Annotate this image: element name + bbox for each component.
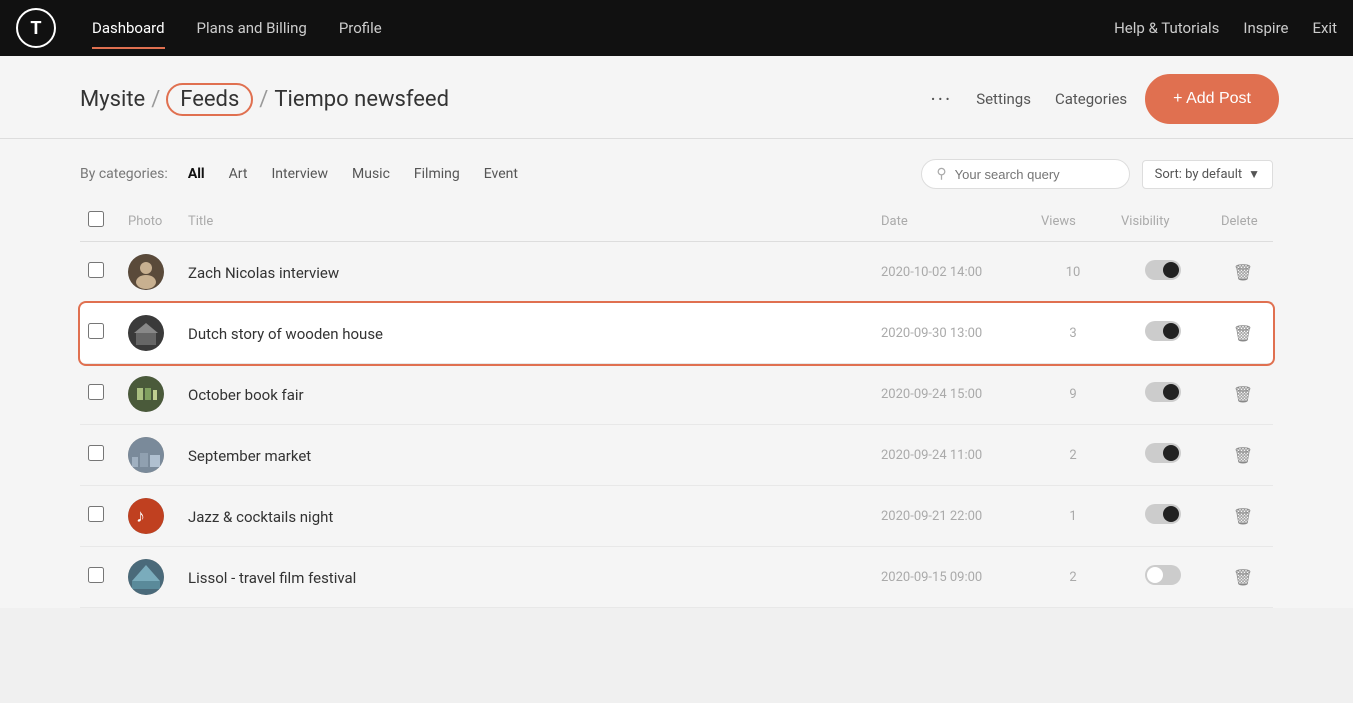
row-date: 2020-09-30 13:00: [881, 326, 982, 341]
search-icon: ⚲: [936, 166, 946, 182]
chevron-down-icon: ▼: [1248, 167, 1260, 181]
row-views: 9: [1069, 387, 1076, 402]
row-checkbox[interactable]: [88, 323, 104, 339]
delete-icon[interactable]: 🗑: [1233, 263, 1253, 282]
delete-icon[interactable]: 🗑: [1233, 385, 1253, 404]
row-title: October book fair: [188, 386, 304, 404]
filter-tags: All Art Interview Music Filming Event: [184, 164, 522, 184]
row-title: September market: [188, 447, 311, 465]
more-button[interactable]: ···: [931, 87, 953, 111]
settings-link[interactable]: Settings: [976, 90, 1031, 108]
row-checkbox[interactable]: [88, 262, 104, 278]
row-photo: [128, 437, 164, 473]
col-header-views: Views: [1033, 201, 1113, 242]
filter-filming[interactable]: Filming: [410, 164, 464, 184]
row-photo: [128, 376, 164, 412]
delete-icon[interactable]: 🗑: [1233, 507, 1253, 526]
svg-text:♪: ♪: [136, 506, 145, 527]
row-date: 2020-09-24 11:00: [881, 448, 982, 463]
sort-label: Sort: by default: [1155, 167, 1242, 182]
table-row: Zach Nicolas interview 2020-10-02 14:00 …: [80, 242, 1273, 303]
search-input[interactable]: [955, 167, 1115, 182]
nav-links: Dashboard Plans and Billing Profile: [80, 11, 394, 45]
select-all-checkbox[interactable]: [88, 211, 104, 227]
row-photo: [128, 559, 164, 595]
filters-row: By categories: All Art Interview Music F…: [0, 139, 1353, 201]
page-header-actions: ··· Settings Categories + Add Post: [931, 80, 1274, 118]
row-views: 10: [1066, 265, 1081, 280]
delete-icon[interactable]: 🗑: [1233, 568, 1253, 587]
search-box: ⚲: [921, 159, 1129, 189]
nav-inspire[interactable]: Inspire: [1243, 19, 1288, 37]
posts-table-container: Photo Title Date Views Visibility Delete…: [0, 201, 1353, 608]
row-views: 2: [1069, 448, 1076, 463]
breadcrumb-page: Tiempo newsfeed: [274, 87, 449, 112]
filter-event[interactable]: Event: [480, 164, 522, 184]
row-title: Lissol - travel film festival: [188, 569, 356, 587]
col-header-delete: Delete: [1213, 201, 1273, 242]
visibility-toggle[interactable]: [1145, 504, 1181, 524]
breadcrumb-section[interactable]: Feeds: [166, 83, 253, 116]
filter-all[interactable]: All: [184, 164, 209, 184]
row-checkbox[interactable]: [88, 445, 104, 461]
visibility-toggle[interactable]: [1145, 443, 1181, 463]
filter-art[interactable]: Art: [225, 164, 252, 184]
table-row: Lissol - travel film festival 2020-09-15…: [80, 547, 1273, 608]
row-date: 2020-09-21 22:00: [881, 509, 982, 524]
row-date: 2020-09-15 09:00: [881, 570, 982, 585]
col-header-visibility: Visibility: [1113, 201, 1213, 242]
row-title: Zach Nicolas interview: [188, 264, 339, 282]
table-row: October book fair 2020-09-24 15:00 9 🗑: [80, 364, 1273, 425]
visibility-toggle[interactable]: [1145, 321, 1181, 341]
col-header-date: Date: [873, 201, 1033, 242]
filters-right: ⚲ Sort: by default ▼: [921, 159, 1273, 189]
row-checkbox[interactable]: [88, 384, 104, 400]
row-title: Dutch story of wooden house: [188, 325, 383, 343]
row-date: 2020-09-24 15:00: [881, 387, 982, 402]
sort-dropdown[interactable]: Sort: by default ▼: [1142, 160, 1273, 189]
nav-profile[interactable]: Profile: [327, 11, 394, 45]
nav-help-tutorials[interactable]: Help & Tutorials: [1114, 19, 1219, 37]
add-post-button[interactable]: + Add Post: [1151, 80, 1273, 118]
row-views: 2: [1069, 570, 1076, 585]
nav-dashboard[interactable]: Dashboard: [80, 11, 177, 45]
filter-music[interactable]: Music: [348, 164, 394, 184]
page-header: Mysite / Feeds / Tiempo newsfeed ··· Set…: [0, 56, 1353, 139]
row-checkbox[interactable]: [88, 506, 104, 522]
visibility-toggle[interactable]: [1145, 260, 1181, 280]
nav-exit[interactable]: Exit: [1312, 19, 1337, 37]
breadcrumb: Mysite / Feeds / Tiempo newsfeed: [80, 83, 449, 116]
delete-icon[interactable]: 🗑: [1233, 324, 1253, 343]
visibility-toggle[interactable]: [1145, 565, 1181, 585]
breadcrumb-site: Mysite: [80, 87, 145, 112]
row-photo: [128, 254, 164, 290]
row-date: 2020-10-02 14:00: [881, 265, 982, 280]
categories-link[interactable]: Categories: [1055, 90, 1127, 108]
filters-label: By categories:: [80, 166, 168, 182]
visibility-toggle[interactable]: [1145, 382, 1181, 402]
nav-plans-billing[interactable]: Plans and Billing: [185, 11, 319, 45]
row-title: Jazz & cocktails night: [188, 508, 333, 526]
col-header-title: Title: [180, 201, 873, 242]
posts-table: Photo Title Date Views Visibility Delete…: [80, 201, 1273, 608]
filter-interview[interactable]: Interview: [267, 164, 332, 184]
delete-icon[interactable]: 🗑: [1233, 446, 1253, 465]
row-views: 3: [1069, 326, 1076, 341]
col-header-photo: Photo: [120, 201, 180, 242]
logo[interactable]: T: [16, 8, 56, 48]
row-photo: [128, 315, 164, 351]
table-row: September market 2020-09-24 11:00 2 🗑: [80, 425, 1273, 486]
nav-right: Help & Tutorials Inspire Exit: [1114, 19, 1337, 37]
top-navigation: T Dashboard Plans and Billing Profile He…: [0, 0, 1353, 56]
row-views: 1: [1069, 509, 1076, 524]
row-photo: ♪: [128, 498, 164, 534]
table-row: Dutch story of wooden house 2020-09-30 1…: [80, 303, 1273, 364]
row-checkbox[interactable]: [88, 567, 104, 583]
table-row: ♪ Jazz & cocktails night 2020-09-21 22:0…: [80, 486, 1273, 547]
